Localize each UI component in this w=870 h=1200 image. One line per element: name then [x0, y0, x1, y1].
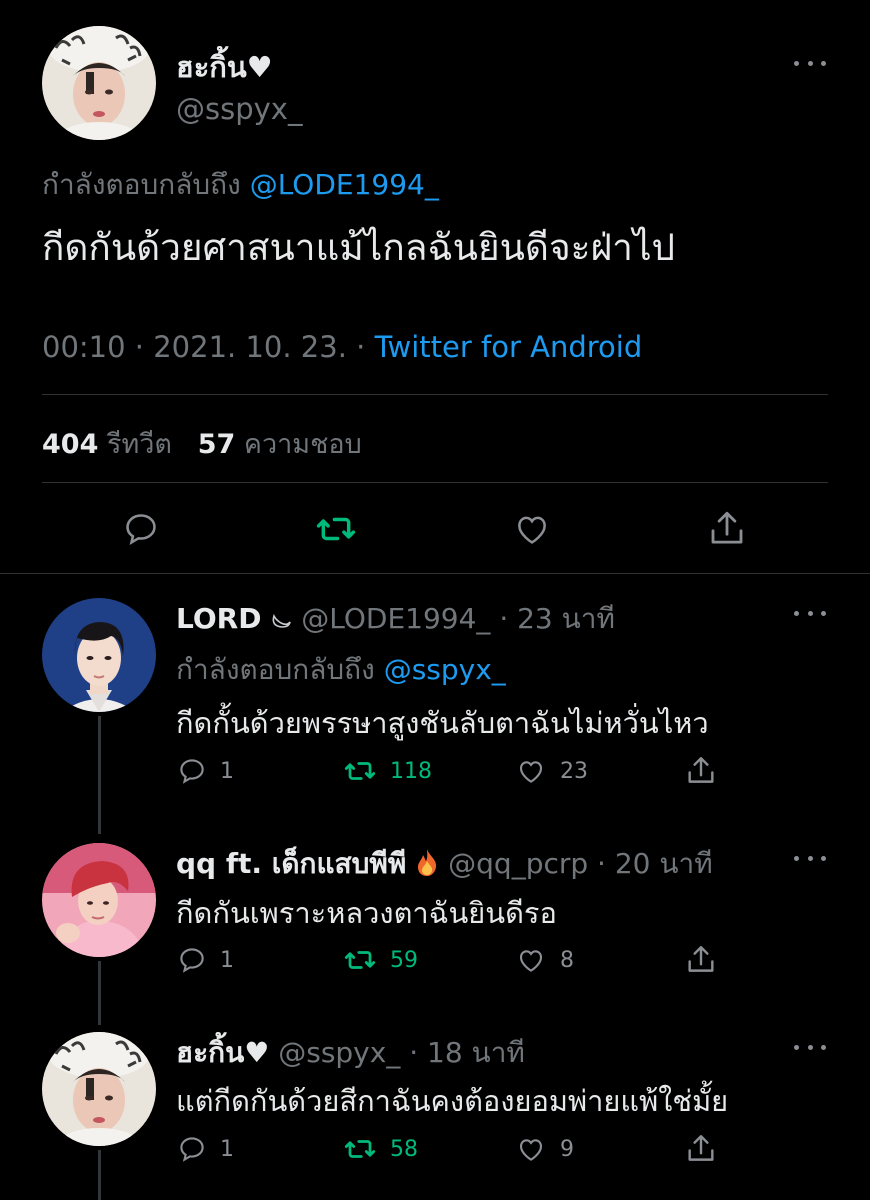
- fire-icon: [418, 849, 437, 876]
- reply-icon: [180, 759, 204, 784]
- reply-text: กีดกันเพราะหลวงตาฉันยินดีรอ: [176, 896, 557, 930]
- retweet-icon: [344, 1140, 376, 1158]
- reply-meta[interactable]: @LODE1994_ · 23 นาที: [301, 602, 615, 635]
- like-button[interactable]: 9: [514, 1134, 574, 1164]
- reply-icon: [180, 1137, 204, 1162]
- heart-icon: [519, 761, 543, 783]
- share-button[interactable]: [684, 943, 718, 977]
- like-button[interactable]: 23: [514, 756, 588, 786]
- retweet-button[interactable]: 58: [342, 1134, 418, 1164]
- retweet-count: 58: [390, 1136, 418, 1162]
- like-label[interactable]: ความชอบ: [244, 429, 362, 460]
- reply-text: แต่กีดกันด้วยสีกาฉันคงต้องยอมพ่ายแพ้ใช่ม…: [176, 1084, 729, 1118]
- reply-button[interactable]: [121, 510, 161, 548]
- reply-header: qq ft. เด็กแสบพีพี @qq_pcrp · 20 นาที: [176, 842, 713, 886]
- thread-line: [98, 1150, 101, 1200]
- share-icon: [711, 511, 743, 544]
- share-icon: [688, 946, 714, 972]
- avatar[interactable]: [42, 26, 156, 140]
- display-name[interactable]: ฮะกิ้น♥: [176, 1036, 269, 1069]
- reply-button[interactable]: 1: [176, 945, 234, 975]
- display-name[interactable]: qq ft. เด็กแสบพีพี: [176, 847, 406, 880]
- replying-to-link[interactable]: @sspyx_: [384, 653, 506, 686]
- display-name[interactable]: ฮะกิ้น♥: [176, 44, 273, 90]
- retweet-count: 59: [390, 947, 418, 973]
- avatar[interactable]: [42, 598, 156, 712]
- retweet-icon: [316, 517, 356, 541]
- reply-count: 1: [220, 947, 234, 973]
- reply-header: ฮะกิ้น♥ @sspyx_ · 18 นาที: [176, 1031, 525, 1075]
- more-options-icon[interactable]: [794, 57, 826, 69]
- tweet-source-link[interactable]: Twitter for Android: [375, 330, 643, 364]
- display-name[interactable]: LORD: [176, 602, 261, 635]
- replying-to: กำลังตอบกลับถึง @LODE1994_: [42, 163, 439, 207]
- reply-text: กีดกั้นด้วยพรรษาสูงชันลับตาฉันไม่หวั่นไห…: [176, 706, 709, 740]
- share-button[interactable]: [684, 754, 718, 788]
- replying-prefix: กำลังตอบกลับถึง: [176, 653, 375, 686]
- heart-icon: [518, 516, 546, 544]
- reply-meta[interactable]: @qq_pcrp · 20 นาที: [448, 847, 713, 880]
- heart-icon: [519, 1139, 543, 1161]
- reply-header: LORD @LODE1994_ · 23 นาที: [176, 597, 615, 641]
- more-options-icon[interactable]: [794, 1041, 826, 1053]
- like-button[interactable]: [512, 510, 552, 548]
- main-tweet: ฮะกิ้น♥ @sspyx_ กำลังตอบกลับถึง @LODE199…: [0, 0, 870, 575]
- reply-button[interactable]: 1: [176, 756, 234, 786]
- retweet-button[interactable]: 118: [342, 756, 432, 786]
- like-count: 23: [560, 758, 588, 784]
- avatar[interactable]: [42, 1032, 156, 1146]
- divider: [42, 482, 828, 483]
- thread-line: [98, 716, 101, 834]
- retweet-button[interactable]: [314, 510, 358, 548]
- more-options-icon[interactable]: [794, 607, 826, 619]
- retweet-count[interactable]: 404: [42, 429, 98, 460]
- avatar[interactable]: [42, 843, 156, 957]
- user-handle[interactable]: @sspyx_: [176, 92, 302, 126]
- reply-meta[interactable]: @sspyx_ · 18 นาที: [278, 1036, 525, 1069]
- heart-icon: [519, 950, 543, 972]
- moon-icon: [272, 613, 292, 628]
- reply-icon: [126, 514, 156, 546]
- reply-icon: [180, 948, 204, 973]
- tweet-text: กีดกันด้วยศาสนาแม้ไกลฉันยินดีจะฝ่าไป: [42, 226, 676, 269]
- more-options-icon[interactable]: [794, 852, 826, 864]
- retweet-label[interactable]: รีทวีต: [107, 429, 172, 460]
- tweet-time[interactable]: 00:10 · 2021. 10. 23. ·: [42, 330, 375, 364]
- section-divider: [0, 573, 870, 574]
- retweet-icon: [344, 951, 376, 969]
- like-count: 9: [560, 1136, 574, 1162]
- reply-count: 1: [220, 1136, 234, 1162]
- retweet-icon: [344, 762, 376, 780]
- replying-to: กำลังตอบกลับถึง @sspyx_: [176, 648, 506, 692]
- divider: [42, 394, 828, 395]
- thread-line: [98, 961, 101, 1025]
- like-count[interactable]: 57: [198, 429, 236, 460]
- retweet-button[interactable]: 59: [342, 945, 418, 975]
- tweet-stats: 404 รีทวีต 57 ความชอบ: [42, 422, 362, 465]
- like-button[interactable]: 8: [514, 945, 574, 975]
- reply-button[interactable]: 1: [176, 1134, 234, 1164]
- reply-count: 1: [220, 758, 234, 784]
- retweet-count: 118: [390, 758, 432, 784]
- replying-prefix: กำลังตอบกลับถึง: [42, 168, 241, 201]
- share-icon: [688, 1135, 714, 1161]
- share-button[interactable]: [706, 508, 748, 550]
- replying-to-link[interactable]: @LODE1994_: [250, 168, 439, 201]
- share-icon: [688, 757, 714, 783]
- share-button[interactable]: [684, 1132, 718, 1166]
- like-count: 8: [560, 947, 574, 973]
- tweet-meta: 00:10 · 2021. 10. 23. · Twitter for Andr…: [42, 330, 642, 364]
